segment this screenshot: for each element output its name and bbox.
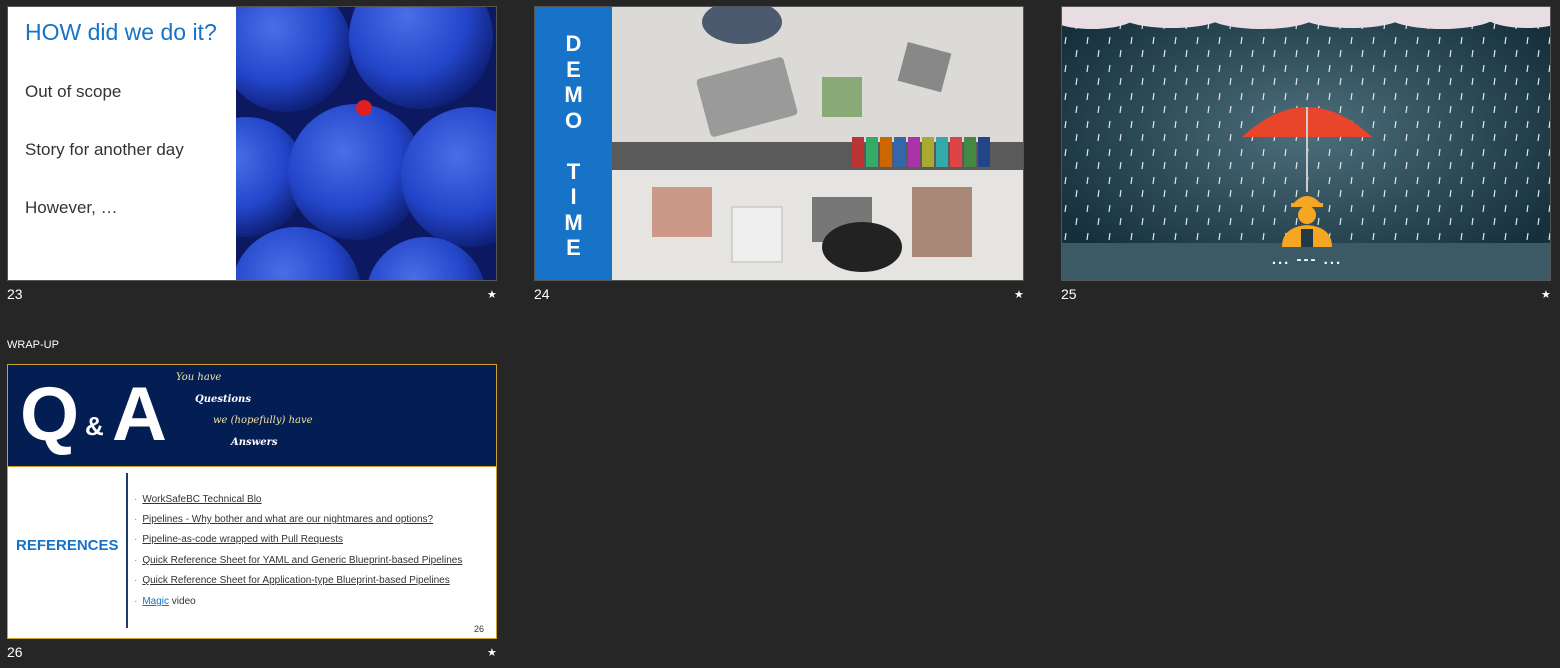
qa-line: Questions (195, 394, 251, 405)
reference-link[interactable]: Pipelines - Why bother and what are our … (142, 514, 433, 525)
slide-number: 26 (7, 644, 23, 660)
blue-yarn-balls-image (186, 7, 496, 280)
slide-transition-star-icon: ★ (487, 289, 497, 301)
slide-transition-star-icon: ★ (1541, 289, 1551, 301)
slide-transition-star-icon: ★ (487, 647, 497, 659)
demo-time-text: D E M O T I M E (564, 31, 583, 260)
reference-item: · Quick Reference Sheet for YAML and Gene… (134, 555, 463, 566)
qa-ampersand: & (85, 411, 104, 441)
demo-time-band: D E M O T I M E (535, 7, 612, 280)
section-label[interactable]: WRAP-UP (7, 339, 59, 351)
qa-letter-q: Q (20, 372, 79, 457)
reference-item: · Pipelines - Why bother and what are our… (134, 514, 434, 525)
reference-item: · Magic video (134, 596, 196, 607)
slide-page-number: 26 (473, 624, 484, 634)
references-title: REFERENCES (16, 537, 119, 554)
reference-link[interactable]: WorkSafeBC Technical Blo (142, 494, 261, 505)
slide-bullet-line: Story for another day (25, 140, 184, 159)
reference-link[interactable]: Quick Reference Sheet for YAML and Gener… (142, 555, 462, 566)
slide-thumbnail-25[interactable]: ... --- ... (1061, 6, 1551, 281)
slide-number: 23 (7, 286, 23, 302)
qa-line: we (hopefully) have (213, 415, 313, 426)
design-team-desk-image (612, 7, 1023, 280)
sos-caption: ... --- ... (1271, 251, 1343, 268)
reference-link[interactable]: Quick Reference Sheet for Application-ty… (142, 575, 449, 586)
rain-umbrella-image (1062, 7, 1550, 280)
slide-bullet-line: Out of scope (25, 82, 122, 101)
reference-item: · Quick Reference Sheet for Application-t… (134, 575, 450, 586)
reference-suffix: video (169, 596, 196, 607)
slide-number: 25 (1061, 286, 1077, 302)
slide-transition-star-icon: ★ (1014, 289, 1024, 301)
reference-item: · WorkSafeBC Technical Blo (134, 494, 262, 505)
divider (126, 473, 128, 628)
qa-line: Answers (231, 437, 278, 448)
qa-line: You have (176, 372, 222, 383)
reference-item: · Pipeline-as-code wrapped with Pull Requ… (134, 534, 344, 545)
qa-header: Q & A You have Questions we (hopefully) … (8, 365, 496, 467)
slide-number: 24 (534, 286, 550, 302)
slide-thumbnail-24[interactable]: D E M O T I M E (534, 6, 1024, 281)
slide-title: HOW did we do it? (25, 19, 217, 45)
slide-bullet-line: However, … (25, 198, 118, 217)
qa-letter-a: A (112, 372, 167, 457)
slide-thumbnail-23[interactable]: HOW did we do it? Out of scope Story for… (7, 6, 497, 281)
slide-thumbnail-26[interactable]: Q & A You have Questions we (hopefully) … (7, 364, 497, 639)
reference-link[interactable]: Pipeline-as-code wrapped with Pull Reque… (142, 534, 343, 545)
reference-link[interactable]: Magic (142, 596, 169, 607)
slide-text-panel: HOW did we do it? Out of scope Story for… (8, 7, 236, 280)
